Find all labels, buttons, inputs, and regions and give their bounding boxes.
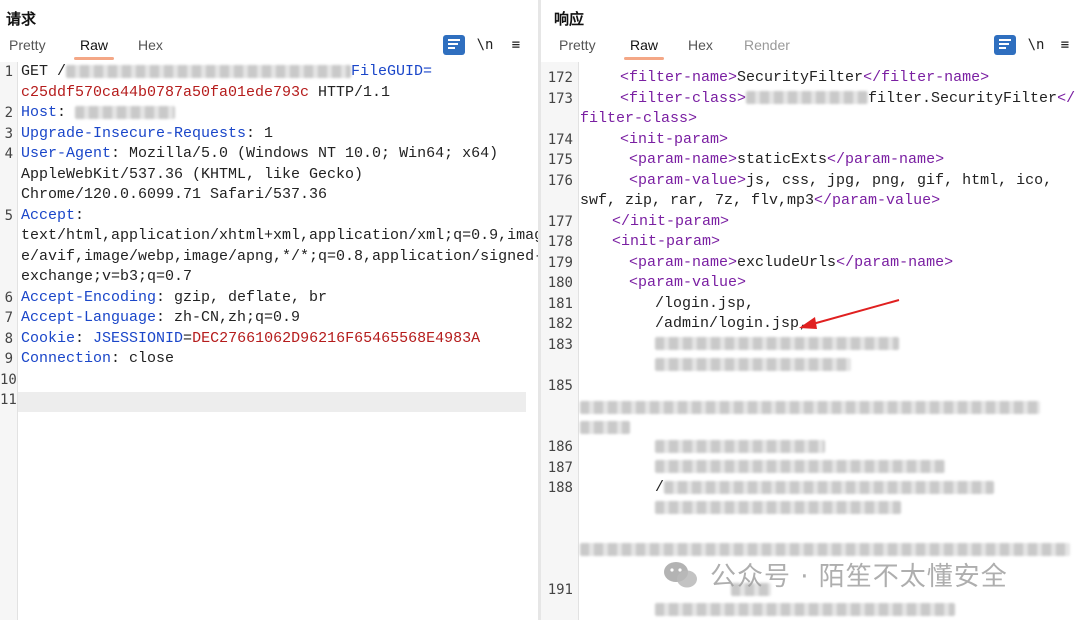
tab-render[interactable]: Render [744,37,790,53]
redacted-line [655,460,945,474]
wechat-icon [664,562,697,588]
menu-icon[interactable]: ≡ [1054,35,1076,55]
redacted-line [580,420,630,434]
watermark-text: 公众号 · 陌笙不太懂安全 [710,562,1008,592]
redacted-package [746,91,869,105]
redacted-line [655,439,825,453]
tab-hex[interactable]: Hex [138,37,163,53]
request-toolbar: \n ≡ [443,35,533,57]
tab-pretty[interactable]: Pretty [9,37,46,53]
redacted-path [66,64,352,78]
redacted-line [664,480,995,494]
redacted-line [580,400,1040,414]
redacted-line [655,357,851,371]
tab-pretty[interactable]: Pretty [559,37,596,53]
tab-hex[interactable]: Hex [688,37,713,53]
menu-icon[interactable]: ≡ [505,35,527,55]
request-editor[interactable]: 1 GET / FileGUID= c25ddf570ca44b0787a50fa0… [0,62,538,620]
response-toolbar: \n ≡ [994,35,1078,57]
request-title: 请求 [6,10,37,28]
newline-toggle-icon[interactable]: \n [474,35,496,55]
redacted-line [580,542,1070,556]
response-title: 响应 [554,10,585,28]
tab-raw[interactable]: Raw [623,37,665,60]
redacted-line [655,501,901,515]
red-arrow-annotation [799,299,900,329]
redacted-line [655,337,899,351]
pretty-format-icon[interactable] [994,35,1016,55]
response-editor[interactable]: 172 <filter-name>SecurityFilter</filter-n… [541,62,1080,620]
request-panel: 请求 Pretty Raw Hex \n ≡ 1 GET / FileGUID= c… [0,0,538,620]
current-line-highlight [18,392,526,412]
redacted-line [655,602,955,616]
pretty-format-icon[interactable] [443,35,465,55]
redacted-host [75,105,176,119]
tab-raw[interactable]: Raw [73,37,115,60]
newline-toggle-icon[interactable]: \n [1025,35,1047,55]
